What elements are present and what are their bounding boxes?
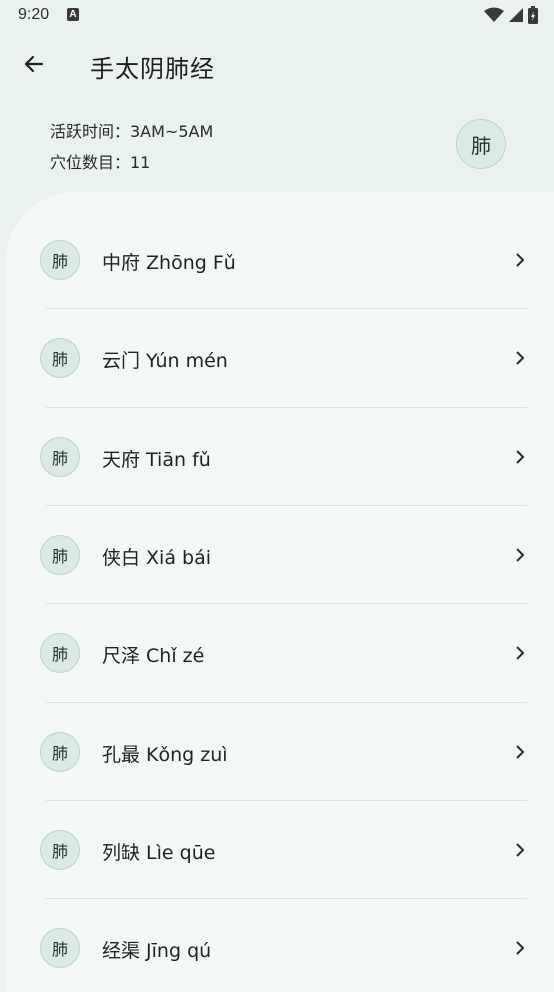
item-label: 经渠 Jīng qú xyxy=(102,940,212,962)
item-avatar: 肺 xyxy=(40,437,80,477)
chevron-right-icon xyxy=(516,351,525,365)
list-item[interactable]: 肺 天府 Tiān fǔ xyxy=(40,408,528,506)
list-item[interactable]: 肺 云门 Yún mén xyxy=(40,309,528,407)
arrow-left-icon xyxy=(24,55,44,73)
item-avatar: 肺 xyxy=(40,928,80,968)
status-icons xyxy=(484,5,538,25)
list-item[interactable]: 肺 中府 Zhōng Fǔ xyxy=(40,211,528,309)
chevron-right-icon xyxy=(516,941,525,955)
list-item[interactable]: 肺 侠白 Xiá bái xyxy=(40,506,528,604)
chevron-right-icon xyxy=(516,253,525,267)
chevron-right-icon xyxy=(516,450,525,464)
item-label: 孔最 Kǒng zuì xyxy=(102,744,228,766)
signal-icon xyxy=(509,8,523,22)
list-item[interactable]: 肺 尺泽 Chǐ zé xyxy=(40,604,528,702)
item-avatar: 肺 xyxy=(40,633,80,673)
active-time-text: 活跃时间：3AM~5AM xyxy=(50,122,214,141)
list-item[interactable]: 肺 列缺 Lìe qūe xyxy=(40,801,528,899)
item-label: 侠白 Xiá bái xyxy=(102,547,211,569)
point-count-text: 穴位数目：11 xyxy=(50,153,151,172)
chevron-right-icon xyxy=(516,548,525,562)
wifi-icon xyxy=(484,7,504,22)
chevron-right-icon xyxy=(516,745,525,759)
item-avatar: 肺 xyxy=(40,338,80,378)
item-label: 尺泽 Chǐ zé xyxy=(102,645,205,667)
item-avatar: 肺 xyxy=(40,240,80,280)
status-bar: 9:20 A xyxy=(0,0,554,32)
item-label: 天府 Tiān fǔ xyxy=(102,449,211,471)
notification-a-icon: A xyxy=(67,8,79,21)
page-title: 手太阴肺经 xyxy=(90,55,215,83)
item-avatar: 肺 xyxy=(40,830,80,870)
list-item[interactable]: 肺 孔最 Kǒng zuì xyxy=(40,703,528,801)
status-time: 9:20 xyxy=(18,6,50,23)
list-item[interactable]: 肺 经渠 Jīng qú xyxy=(40,899,528,979)
back-button[interactable] xyxy=(14,44,54,84)
item-label: 列缺 Lìe qūe xyxy=(102,842,216,864)
item-label: 中府 Zhōng Fǔ xyxy=(102,252,236,274)
item-avatar: 肺 xyxy=(40,732,80,772)
battery-icon xyxy=(528,6,538,24)
item-avatar: 肺 xyxy=(40,535,80,575)
meridian-avatar: 肺 xyxy=(456,119,506,169)
item-label: 云门 Yún mén xyxy=(102,350,228,372)
chevron-right-icon xyxy=(516,843,525,857)
app-bar: 手太阴肺经 xyxy=(0,32,554,96)
chevron-right-icon xyxy=(516,646,525,660)
